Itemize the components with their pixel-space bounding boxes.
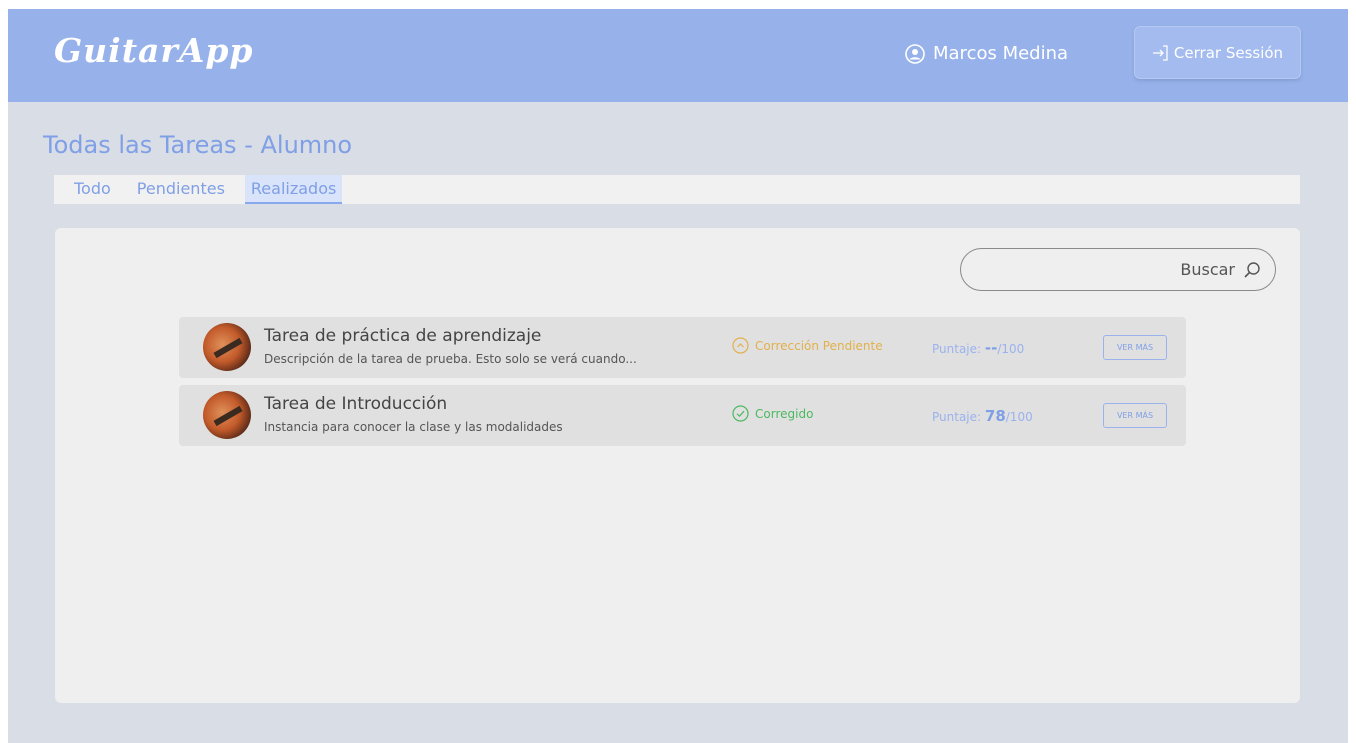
- search-icon[interactable]: [1243, 261, 1261, 279]
- task-title: Tarea de práctica de aprendizaje: [264, 326, 542, 346]
- task-status: Corrección Pendiente: [732, 337, 883, 354]
- task-guitar-avatar: [203, 391, 251, 439]
- user-circle-icon: [905, 43, 925, 64]
- check-circle-icon: [732, 405, 749, 422]
- user-name: Marcos Medina: [933, 43, 1069, 64]
- task-status: Corregido: [732, 405, 813, 422]
- task-guitar-avatar: [203, 323, 251, 371]
- search-placeholder: Buscar: [1180, 260, 1235, 279]
- app-window: GuitarApp Marcos Medina Cerrar Sessión T…: [8, 9, 1348, 743]
- chevron-up-circle-icon: [732, 337, 749, 354]
- header: GuitarApp Marcos Medina Cerrar Sessión: [8, 9, 1348, 102]
- score-label: Puntaje:: [932, 342, 982, 356]
- task-score: Puntaje: --/100: [932, 339, 1024, 357]
- task-score: Puntaje: 78/100: [932, 407, 1033, 425]
- task-row[interactable]: Tarea de práctica de aprendizaje Descrip…: [179, 317, 1186, 378]
- logout-icon: [1152, 44, 1170, 62]
- page-title: Todas las Tareas - Alumno: [43, 131, 353, 159]
- score-label: Puntaje:: [932, 410, 982, 424]
- score-max: /100: [997, 342, 1025, 356]
- tab-realizados[interactable]: Realizados: [244, 175, 343, 204]
- task-title: Tarea de Introducción: [264, 394, 448, 414]
- logout-label: Cerrar Sessión: [1173, 43, 1284, 62]
- search-input[interactable]: Buscar: [960, 248, 1276, 291]
- view-more-button[interactable]: VER MÁS: [1103, 335, 1167, 360]
- view-more-button[interactable]: VER MÁS: [1103, 403, 1167, 428]
- tasks-panel: Buscar Tarea de práctica de aprendizaje …: [55, 228, 1300, 703]
- score-max: /100: [1005, 410, 1033, 424]
- task-description: Descripción de la tarea de prueba. Esto …: [264, 352, 637, 366]
- user-profile[interactable]: Marcos Medina: [905, 43, 1068, 64]
- score-value: 78: [984, 407, 1006, 425]
- task-status-label: Corregido: [755, 406, 814, 421]
- score-value: --: [984, 339, 998, 357]
- task-description: Instancia para conocer la clase y las mo…: [264, 420, 563, 434]
- app-logo[interactable]: GuitarApp: [54, 31, 253, 70]
- logout-button[interactable]: Cerrar Sessión: [1134, 26, 1301, 79]
- tab-pendientes[interactable]: Pendientes: [131, 175, 231, 204]
- tab-bar: Todo Pendientes Realizados: [54, 175, 1300, 204]
- task-status-label: Corrección Pendiente: [755, 338, 883, 353]
- tab-todo[interactable]: Todo: [68, 175, 117, 204]
- task-row[interactable]: Tarea de Introducción Instancia para con…: [179, 385, 1186, 446]
